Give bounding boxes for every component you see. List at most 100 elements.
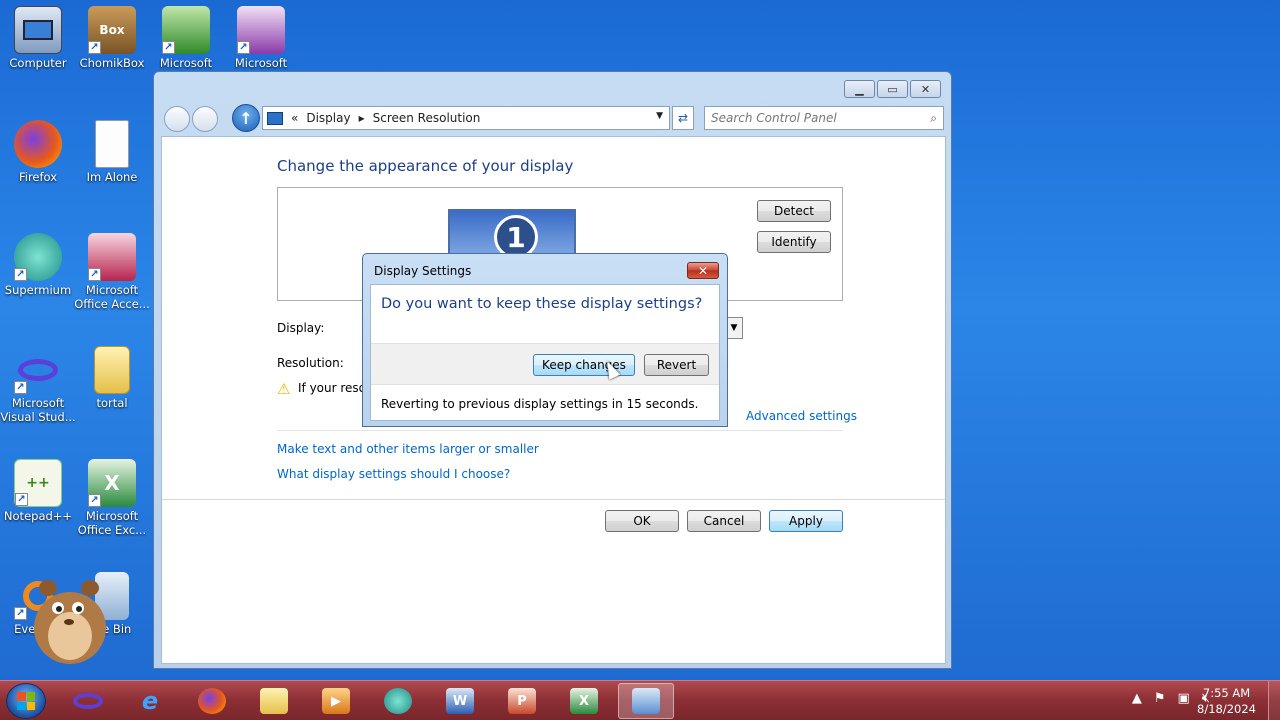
desktop-icon-label: Im Alone xyxy=(86,170,138,184)
visual-studio-icon xyxy=(73,693,103,709)
excel-icon: X xyxy=(570,688,598,714)
network-icon[interactable]: ▣ xyxy=(1178,691,1190,706)
visual-studio-icon: ↗ xyxy=(14,346,62,394)
chomikbox-icon: Box ↗ xyxy=(88,6,136,54)
desktop-icon-microsoft-1[interactable]: ↗ Microsoft xyxy=(148,6,224,70)
cancel-button[interactable]: Cancel xyxy=(687,510,761,532)
shortcut-arrow-icon: ↗ xyxy=(14,381,27,394)
dialog-button-band: Keep changes Revert xyxy=(371,343,719,385)
desktop-icon-label: Microsoft Visual Stud... xyxy=(0,396,76,424)
breadcrumb-current[interactable]: Screen Resolution xyxy=(373,111,481,125)
folder-icon xyxy=(94,346,130,394)
desktop-icon-excel[interactable]: X ↗ Microsoft Office Exc... xyxy=(74,459,150,537)
ok-button[interactable]: OK xyxy=(605,510,679,532)
desktop-icon-label: Supermium xyxy=(4,283,72,297)
taskbar-clock[interactable]: 7:55 AM 8/18/2024 xyxy=(1197,685,1256,717)
taskbar-media-player[interactable]: ▶ xyxy=(308,683,364,719)
search-icon[interactable]: ⌕ xyxy=(930,107,937,129)
countdown-text: Reverting to previous display settings i… xyxy=(381,397,699,411)
shortcut-arrow-icon: ↗ xyxy=(162,41,175,54)
back-button[interactable] xyxy=(164,106,190,132)
forward-button[interactable] xyxy=(192,106,218,132)
text-size-link[interactable]: Make text and other items larger or smal… xyxy=(277,442,539,456)
minimize-button[interactable]: ▁ xyxy=(844,80,875,98)
taskbar-excel[interactable]: X xyxy=(556,683,612,719)
taskbar-control-panel[interactable] xyxy=(618,683,674,719)
dialog-title: Display Settings xyxy=(374,264,472,278)
shortcut-arrow-icon: ↗ xyxy=(15,493,28,506)
desktop-icon-label: tortal xyxy=(96,396,128,410)
desktop-icon-supermium[interactable]: ↗ Supermium xyxy=(0,233,76,297)
address-bar[interactable]: « Display ▸ Screen Resolution ▼ xyxy=(262,106,670,130)
apply-button[interactable]: Apply xyxy=(769,510,843,532)
display-settings-help-link[interactable]: What display settings should I choose? xyxy=(277,467,510,481)
action-center-flag-icon[interactable]: ⚑ xyxy=(1154,691,1166,706)
media-player-icon: ▶ xyxy=(322,688,350,714)
chevron-down-icon[interactable]: ▼ xyxy=(656,111,663,121)
dialog-question: Do you want to keep these display settin… xyxy=(381,296,703,312)
advanced-settings-link[interactable]: Advanced settings xyxy=(746,409,857,423)
desktop: Computer Firefox ↗ Supermium ↗ Microsoft… xyxy=(0,0,1280,680)
taskbar-supermium[interactable] xyxy=(370,683,426,719)
supermium-icon xyxy=(384,688,412,714)
identify-button[interactable]: Identify xyxy=(757,231,831,253)
revert-button[interactable]: Revert xyxy=(644,354,709,376)
taskbar-word[interactable]: W xyxy=(432,683,488,719)
desktop-icon-access[interactable]: ↗ Microsoft Office Acce... xyxy=(74,233,150,311)
desktop-icon-chomikbox[interactable]: Box ↗ ChomikBox xyxy=(74,6,150,70)
notepad-plus-plus-icon: ++ ↗ xyxy=(14,459,62,507)
refresh-button[interactable]: ⇄ xyxy=(672,106,694,130)
firefox-icon xyxy=(14,120,62,168)
taskbar-visual-studio[interactable] xyxy=(60,683,116,719)
start-button[interactable] xyxy=(6,683,46,719)
access-icon: ↗ xyxy=(88,233,136,281)
windows-logo-icon xyxy=(17,692,35,710)
display-settings-dialog: Display Settings ✕ Do you want to keep t… xyxy=(362,253,728,427)
desktop-icon-firefox[interactable]: Firefox xyxy=(0,120,76,184)
supermium-icon: ↗ xyxy=(14,233,62,281)
up-button[interactable]: ↑ xyxy=(232,104,260,132)
dialog-close-button[interactable]: ✕ xyxy=(687,262,719,279)
control-panel-icon xyxy=(632,688,660,714)
desktop-icon-label: Microsoft Office Exc... xyxy=(77,509,147,537)
close-icon: ✕ xyxy=(697,263,709,278)
tray-expand-icon[interactable]: ▲ xyxy=(1132,691,1142,706)
firefox-icon xyxy=(198,688,226,714)
monitor-1-image[interactable]: 1 xyxy=(448,209,576,259)
breadcrumb-display[interactable]: Display xyxy=(306,111,350,125)
warning-icon: ⚠ xyxy=(277,380,291,398)
desktop-icon-label: Notepad++ xyxy=(3,509,73,523)
desktop-icon-computer[interactable]: Computer xyxy=(0,6,76,70)
taskbar-firefox[interactable] xyxy=(184,683,240,719)
chomikbox-glyph: Box xyxy=(99,23,125,37)
search-input[interactable]: Search Control Panel ⌕ xyxy=(704,106,944,130)
page-title: Change the appearance of your display xyxy=(277,157,574,175)
desktop-icon-notepad-plus-plus[interactable]: ++ ↗ Notepad++ xyxy=(0,459,76,523)
taskbar-powerpoint[interactable]: P xyxy=(494,683,550,719)
dialog-body: Do you want to keep these display settin… xyxy=(370,284,720,421)
desktop-icon-microsoft-2[interactable]: ↗ Microsoft xyxy=(223,6,299,70)
close-button[interactable]: ✕ xyxy=(910,80,941,98)
detect-button[interactable]: Detect xyxy=(757,200,831,222)
taskbar-file-explorer[interactable] xyxy=(246,683,302,719)
desktop-icon-visual-studio[interactable]: ↗ Microsoft Visual Stud... xyxy=(0,346,76,424)
desktop-icon-tortal[interactable]: tortal xyxy=(74,346,150,410)
shortcut-arrow-icon: ↗ xyxy=(88,41,101,54)
excel-icon: X ↗ xyxy=(88,459,136,507)
onenote-icon: ↗ xyxy=(237,6,285,54)
maximize-button[interactable]: ▭ xyxy=(877,80,908,98)
breadcrumb-arrow-icon[interactable]: ▸ xyxy=(359,111,365,125)
desktop-icon-im-alone[interactable]: Im Alone xyxy=(74,120,150,184)
divider xyxy=(277,430,843,431)
computer-icon xyxy=(14,6,62,54)
clock-time: 7:55 AM xyxy=(1202,686,1251,700)
navigation-bar: ↑ « Display ▸ Screen Resolution ▼ ⇄ Sear… xyxy=(162,104,945,132)
taskbar: e ▶ W P X ▲ ⚑ ▣ 🔇︎ 7:55 AM 8/18/2024 xyxy=(0,680,1280,720)
desktop-icon-label: Computer xyxy=(9,56,67,70)
resolution-label: Resolution: xyxy=(277,356,344,370)
desktop-icon-label: ChomikBox xyxy=(79,56,145,70)
show-desktop-button[interactable] xyxy=(1268,681,1280,720)
taskbar-internet-explorer[interactable]: e xyxy=(122,683,178,719)
desktop-icon-label: Microsoft Office Acce... xyxy=(74,283,150,311)
text-file-icon xyxy=(95,120,129,168)
